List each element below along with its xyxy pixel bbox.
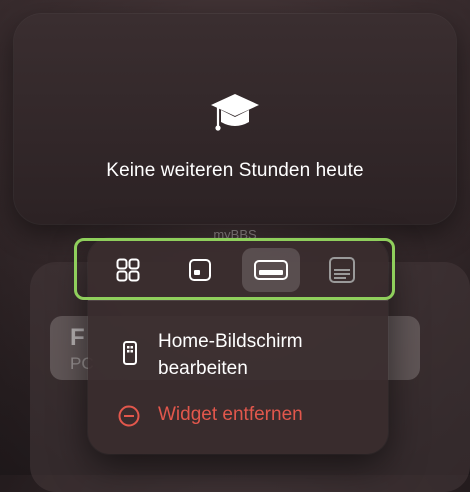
timetable-widget[interactable]: Keine weiteren Stunden heute [14, 14, 456, 224]
phone-icon [123, 341, 137, 365]
edit-home-screen-button[interactable]: Home-Bildschirm bearbeiten [88, 320, 388, 384]
menu-divider [88, 300, 388, 301]
background-card-title: F [70, 324, 85, 351]
minus-circle-icon [118, 405, 140, 427]
remove-widget-label: Widget entfernen [158, 404, 303, 425]
edit-home-screen-label-line2: bearbeiten [158, 358, 248, 379]
widget-size-selector [74, 238, 395, 300]
graduation-cap-icon [211, 94, 259, 131]
remove-widget-button[interactable]: Widget entfernen [88, 396, 388, 436]
edit-home-screen-label-line1: Home-Bildschirm [158, 331, 303, 352]
widget-message: Keine weiteren Stunden heute [106, 160, 364, 181]
edit-home-screen-label: Home-Bildschirm bearbeiten [158, 328, 378, 382]
